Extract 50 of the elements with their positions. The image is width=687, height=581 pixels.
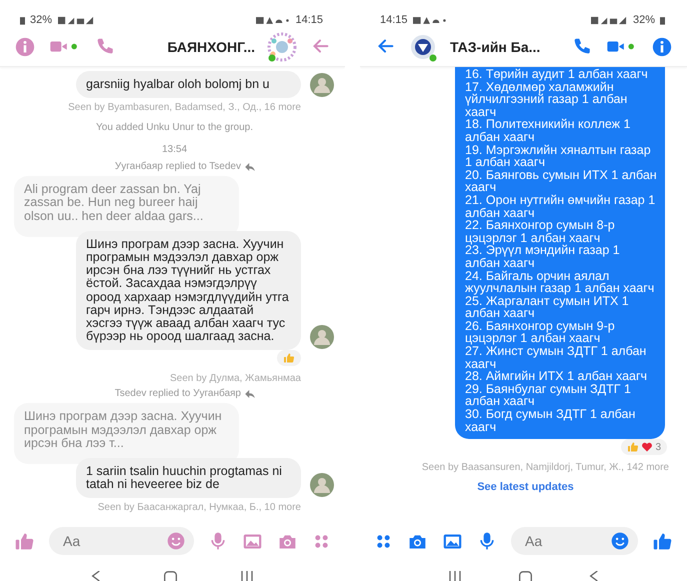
seen-by-text: Seen by Дулма, Жамьянмаа bbox=[170, 373, 301, 384]
chat-title[interactable]: ТАЗ-ийн Ба... bbox=[450, 39, 559, 55]
recent-apps-icon[interactable] bbox=[448, 571, 462, 581]
group-logo-icon bbox=[267, 32, 297, 62]
battery-icon bbox=[20, 16, 25, 24]
message-input[interactable]: Aa bbox=[49, 527, 194, 555]
thumbs-up-icon bbox=[283, 352, 295, 364]
thumbs-up-icon bbox=[627, 441, 640, 454]
battery-level: 32% bbox=[30, 14, 52, 26]
home-icon[interactable] bbox=[518, 571, 533, 581]
back-icon[interactable] bbox=[91, 571, 101, 581]
quoted-message: Ali program deer zassan bn. Yaj zassan be. Hun neg bureer haij olson uu.. hen deer aldaa gars... bbox=[14, 176, 239, 237]
quoted-message: Шинэ програм дээр засна. Хуучин програмын мэдээлэл давхар орж ирсэн бна лээ т... bbox=[14, 403, 239, 464]
battery-level: 32% bbox=[632, 14, 655, 26]
like-icon[interactable] bbox=[14, 530, 35, 552]
reply-note: Tsedev replied to Ууганбаяр bbox=[114, 388, 241, 400]
message-text-input[interactable]: Aa bbox=[523, 532, 610, 550]
message-text-input[interactable]: Aa bbox=[61, 532, 166, 550]
heart-icon bbox=[641, 441, 654, 454]
emoji-icon[interactable] bbox=[166, 531, 186, 551]
info-icon[interactable] bbox=[14, 36, 36, 58]
reply-note: Ууганбаяр replied to Tsedev bbox=[114, 161, 241, 172]
message-bubble: 16. Төрийн аудит 1 албан хаагч 17. Хөдөлмөр халамжийн үйлчилгээний газар 1 албан хаагч 18. Политехникийн коллеж 1 албан хаагч 19. Мэргэжлийн хяналтын газар 1 албан хаагч 20. Баянговь сумын ИТХ 1 албан хаагч 21. Орон нутгийн өмчийн газар 1 албан хаагч 22. Баянхонгор сумын 8-р цэцэрлэг 1 албан хаагч 23. Эрүүл мэндийн газар 1 албан хаагч 24. Байгаль орчин аялал жуулчлалын газар 1 албан хаагч 25. Жаргалант сумын ИТХ 1 албан хаагч 26. Баянхонгор сумын 9-р цэцэрлэг 1 албан хаагч 27. Жинст сумын ЗДТГ 1 албан хаагч 28. Аймгийн ИТХ 1 албан хаагч 29. Баянбулаг сумын ЗДТГ 1 албан хаагч 30. Богд сумын ЗДТГ 1 албан хаагч bbox=[455, 67, 665, 440]
message-bubble: 1 sariin tsalin huuchin progtamas ni tatah ni heveeree biz de bbox=[76, 458, 301, 498]
signal-icon bbox=[590, 16, 628, 24]
seen-by-text: Seen by Byambasuren, Badamsed, З., Од., 16 more bbox=[68, 102, 301, 114]
notification-icons bbox=[412, 16, 447, 24]
battery-icon bbox=[660, 16, 665, 24]
recent-apps-icon[interactable] bbox=[240, 571, 254, 581]
info-icon[interactable] bbox=[651, 36, 673, 58]
see-latest-updates-link[interactable]: See latest updates bbox=[477, 481, 574, 494]
chat-title[interactable]: БАЯНХОНГ... bbox=[128, 39, 255, 55]
system-message: You added Unku Unur to the group. bbox=[96, 122, 253, 134]
timestamp: 13:54 bbox=[162, 144, 188, 156]
like-icon[interactable] bbox=[652, 530, 673, 552]
back-icon[interactable] bbox=[589, 571, 599, 581]
seen-by-text: Seen by Баасанжаргал, Нумкаа, Б., 10 more bbox=[98, 502, 301, 514]
message-bubble: garsniig hyalbar oloh bolomj bn u bbox=[76, 71, 301, 98]
seen-by-text: Seen by Baasansuren, Namjildorj, Tumur, Ж., 142 more bbox=[422, 462, 669, 474]
status-time: 14:15 bbox=[380, 14, 408, 26]
reply-icon bbox=[245, 390, 255, 398]
home-icon[interactable] bbox=[163, 571, 178, 581]
status-time: 14:15 bbox=[295, 14, 323, 26]
message-bubble: Шинэ програм дээр засна. Хуучин програмын мэдээлэл давхар орж ирсэн бна лээ түүнийг нь устгах ёстой. Засахдаа нэмэгдэлрүү ороод хархаар нэмэгдлүүдийн утга гарч ирнэ. Тэндээс алдаатай хэсгээ түүж аваад албан хаагч тус бүрээр нь ороод шалгаад засна. bbox=[76, 230, 301, 350]
group-logo-icon bbox=[408, 32, 438, 62]
reply-icon bbox=[245, 162, 255, 171]
notification-icons bbox=[256, 16, 290, 24]
signal-icon bbox=[57, 16, 96, 24]
emoji-icon[interactable] bbox=[610, 531, 630, 551]
message-input[interactable]: Aa bbox=[511, 527, 638, 555]
